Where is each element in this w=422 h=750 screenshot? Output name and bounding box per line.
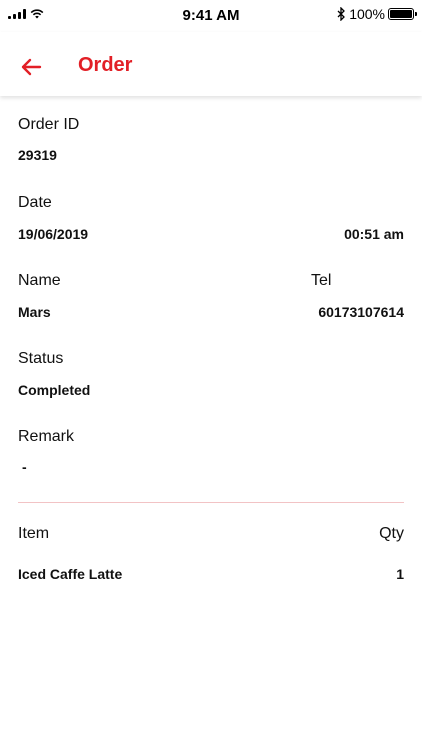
name-value: Mars xyxy=(18,304,51,320)
remark-value: - xyxy=(22,459,27,475)
item-qty: 1 xyxy=(396,566,404,582)
name-label: Name xyxy=(18,272,61,289)
battery-percent: 100% xyxy=(349,6,385,22)
page-title: Order xyxy=(78,54,133,76)
remark-label: Remark xyxy=(18,428,75,445)
status-value: Completed xyxy=(18,382,91,398)
battery-icon xyxy=(388,8,417,20)
item-name: Iced Caffe Latte xyxy=(18,566,123,582)
date-value: 19/06/2019 xyxy=(18,226,89,242)
date-label: Date xyxy=(18,194,52,211)
tel-value: 60173107614 xyxy=(318,304,404,320)
tel-label: Tel xyxy=(311,272,332,289)
qty-column-header: Qty xyxy=(379,525,404,542)
status-label: Status xyxy=(18,350,64,367)
nav-bar: Order xyxy=(0,32,422,96)
bluetooth-icon xyxy=(337,7,346,21)
item-column-header: Item xyxy=(18,525,50,542)
status-bar: 9:41 AM 100% xyxy=(0,0,422,32)
arrow-left-icon xyxy=(21,58,42,76)
order-id-value: 29319 xyxy=(18,147,57,163)
divider xyxy=(18,502,404,503)
time-value: 00:51 am xyxy=(344,226,404,242)
status-right: 100% xyxy=(337,6,417,22)
order-id-label: Order ID xyxy=(18,116,80,133)
back-button[interactable] xyxy=(14,50,48,84)
